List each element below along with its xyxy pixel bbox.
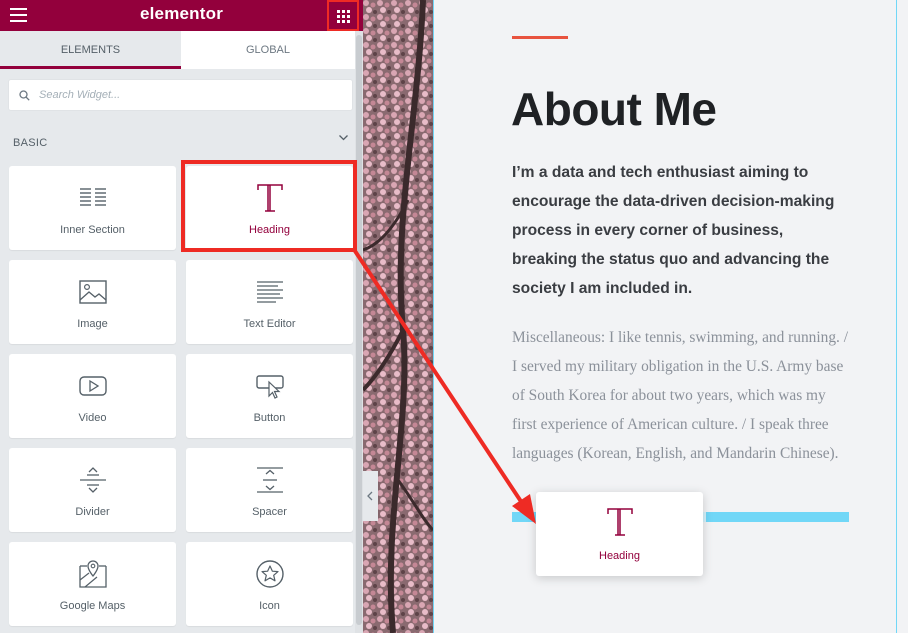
widget-label: Video [78, 412, 107, 424]
widget-button[interactable]: Button [186, 354, 353, 438]
widget-video[interactable]: Video [9, 354, 176, 438]
bio-paragraph[interactable]: I’m a data and tech enthusiast aiming to… [512, 158, 852, 303]
video-icon [78, 376, 107, 396]
title-accent-line [512, 36, 568, 39]
widgets-grid-button[interactable] [327, 0, 359, 31]
widget-inner-section[interactable]: Inner Section [9, 166, 176, 250]
tab-elements[interactable]: ELEMENTS [0, 31, 181, 69]
misc-paragraph[interactable]: Miscellaneous: I like tennis, swimming, … [512, 323, 852, 468]
widget-label: Button [253, 412, 286, 424]
search-input[interactable] [37, 80, 337, 110]
spacer-icon [256, 467, 283, 493]
page-title[interactable]: About Me [511, 82, 717, 136]
widget-google-maps[interactable]: Google Maps [9, 542, 176, 626]
image-icon [78, 280, 107, 304]
divider-icon [79, 467, 106, 493]
section-boundary [896, 0, 897, 633]
heading-icon [256, 184, 283, 212]
collapse-panel-button[interactable] [363, 471, 378, 521]
map-pin-icon [78, 560, 107, 588]
search-box [8, 79, 353, 111]
inner-section-icon [79, 188, 106, 206]
dragged-widget-label: Heading [599, 550, 640, 562]
widget-label: Image [77, 318, 108, 330]
button-icon [255, 375, 284, 399]
cherry-blossom-image-art [363, 0, 433, 633]
widget-label: Inner Section [60, 224, 125, 236]
widget-heading[interactable]: Heading [186, 166, 353, 250]
category-basic-header[interactable]: BASIC [13, 133, 350, 149]
search-icon [19, 90, 30, 101]
tab-global[interactable]: GLOBAL [181, 31, 355, 69]
widget-label: Text Editor [243, 318, 296, 330]
widget-label: Heading [249, 224, 290, 236]
scrollbar-thumb[interactable] [356, 35, 362, 625]
category-label: BASIC [13, 137, 48, 149]
editor-panel: elementor ELEMENTS GLOBAL BASIC [0, 0, 363, 633]
widget-label: Spacer [252, 506, 287, 518]
widget-spacer[interactable]: Spacer [186, 448, 353, 532]
panel-tabs: ELEMENTS GLOBAL [0, 31, 355, 69]
widget-image[interactable]: Image [9, 260, 176, 344]
text-editor-icon [256, 281, 283, 303]
chevron-down-icon [339, 135, 348, 141]
panel-header: elementor [0, 0, 363, 31]
dragged-widget-heading[interactable]: Heading [536, 492, 703, 576]
widget-label: Google Maps [59, 600, 126, 612]
chevron-left-icon [367, 491, 373, 501]
widget-text-editor[interactable]: Text Editor [186, 260, 353, 344]
widget-label: Icon [259, 600, 280, 612]
cherry-blossom-image [363, 0, 433, 633]
star-icon [255, 560, 284, 588]
heading-icon [606, 508, 633, 536]
brand-logo: elementor [139, 4, 224, 23]
panel-scrollbar[interactable] [355, 31, 363, 633]
widget-label: Divider [75, 506, 110, 518]
widget-icon[interactable]: Icon [186, 542, 353, 626]
widget-divider[interactable]: Divider [9, 448, 176, 532]
